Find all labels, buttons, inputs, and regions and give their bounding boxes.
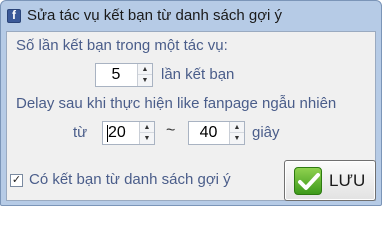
spinner-buttons: ▲ ▼ (137, 64, 152, 86)
window-title: Sửa tác vụ kết bạn từ danh sách gợi ý (27, 7, 283, 24)
suggested-friends-label[interactable]: Có kết bạn từ danh sách gợi ý (29, 171, 231, 188)
delay-to-spinner[interactable]: 40 ▲ ▼ (188, 121, 245, 145)
dialog-window: f Sửa tác vụ kết bạn từ danh sách gợi ý … (0, 0, 382, 206)
delay-from-label: từ (73, 124, 88, 141)
friend-count-unit: lần kết bạn (161, 66, 235, 83)
delay-unit: giây (252, 124, 280, 141)
spin-up-icon[interactable]: ▲ (230, 122, 244, 133)
spin-down-icon[interactable]: ▼ (140, 133, 154, 144)
check-icon (294, 167, 322, 195)
spin-down-icon[interactable]: ▼ (138, 75, 152, 86)
spin-up-icon[interactable]: ▲ (140, 122, 154, 133)
delay-to-value[interactable]: 40 (189, 122, 228, 144)
delay-from-value[interactable]: 20 (103, 122, 138, 144)
spinner-buttons: ▲ ▼ (139, 122, 154, 144)
delay-label: Delay sau khi thực hiện like fanpage ngẫ… (16, 95, 337, 112)
friend-count-value[interactable]: 5 (96, 64, 136, 86)
suggested-friends-checkbox[interactable]: ✓ (10, 174, 23, 187)
facebook-icon: f (7, 9, 21, 23)
save-button-label: LƯU (329, 171, 366, 190)
friend-count-spinner[interactable]: 5 ▲ ▼ (95, 63, 153, 87)
save-button[interactable]: LƯU (284, 160, 376, 201)
spinner-buttons: ▲ ▼ (229, 122, 244, 144)
range-separator: ~ (166, 122, 176, 139)
spin-up-icon[interactable]: ▲ (138, 64, 152, 75)
delay-from-spinner[interactable]: 20 ▲ ▼ (102, 121, 155, 145)
title-bar[interactable]: f Sửa tác vụ kết bạn từ danh sách gợi ý (1, 1, 381, 31)
spin-down-icon[interactable]: ▼ (230, 133, 244, 144)
friend-count-label: Số lần kết bạn trong một tác vụ: (16, 37, 228, 54)
